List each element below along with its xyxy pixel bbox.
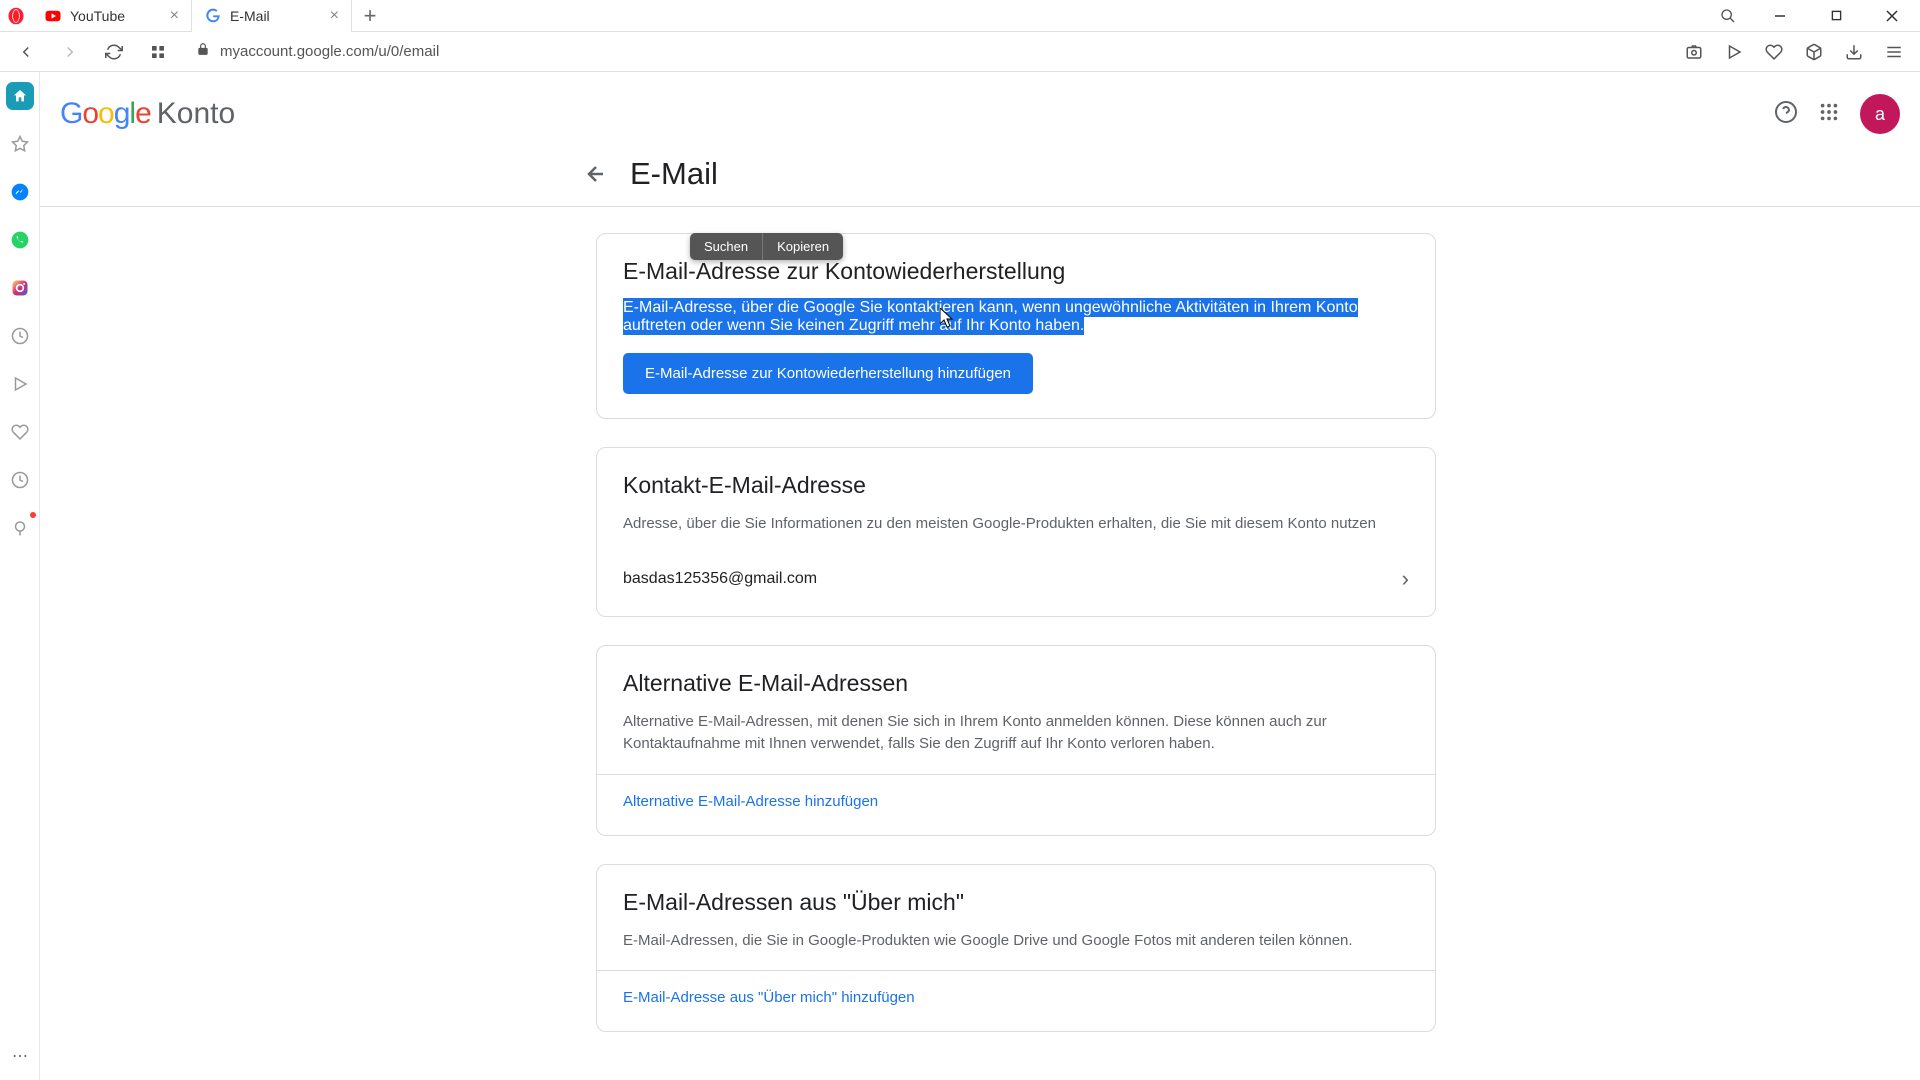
google-header: Google Konto a <box>40 72 1920 156</box>
aboutme-email-card: E-Mail-Adressen aus "Über mich" E-Mail-A… <box>596 864 1436 1033</box>
email-value: basdas125356@gmail.com <box>623 570 817 588</box>
add-aboutme-email-link[interactable]: E-Mail-Adresse aus "Über mich" hinzufüge… <box>623 989 915 1006</box>
card-description-selected: E-Mail-Adresse, über die Google Sie kont… <box>623 298 1358 335</box>
apps-icon[interactable] <box>1818 101 1840 128</box>
card-description: Adresse, über die Sie Informationen zu d… <box>623 513 1409 536</box>
popup-copy-button[interactable]: Kopieren <box>763 233 843 260</box>
play-sidebar-icon[interactable] <box>6 370 34 398</box>
contact-email-card: Kontakt-E-Mail-Adresse Adresse, über die… <box>596 447 1436 617</box>
star-icon[interactable] <box>6 130 34 158</box>
close-window-button[interactable] <box>1864 0 1920 32</box>
minimize-button[interactable] <box>1752 0 1808 32</box>
more-icon[interactable]: ⋯ <box>0 1046 40 1066</box>
card-title: E-Mail-Adresse zur Kontowiederherstellun… <box>623 258 1409 285</box>
add-recovery-email-button[interactable]: E-Mail-Adresse zur Kontowiederherstellun… <box>623 353 1033 394</box>
lock-icon[interactable] <box>196 42 210 61</box>
whatsapp-icon[interactable] <box>6 226 34 254</box>
snapshot-icon[interactable] <box>1676 34 1712 70</box>
recovery-email-card: E-Mail-Adresse zur Kontowiederherstellun… <box>596 233 1436 419</box>
contact-email-row[interactable]: basdas125356@gmail.com › <box>623 554 1409 592</box>
instagram-icon[interactable] <box>6 274 34 302</box>
new-tab-button[interactable]: + <box>352 0 388 32</box>
clock-icon[interactable] <box>6 322 34 350</box>
avatar[interactable]: a <box>1860 94 1900 134</box>
maximize-button[interactable] <box>1808 0 1864 32</box>
cube-icon[interactable] <box>1796 34 1832 70</box>
titlebar: YouTube × E-Mail × + <box>0 0 1920 32</box>
opera-logo[interactable] <box>0 0 32 32</box>
tab-email[interactable]: E-Mail × <box>192 0 352 32</box>
youtube-icon <box>44 7 62 25</box>
tab-label: YouTube <box>70 8 125 24</box>
addressbar-actions <box>1676 34 1912 70</box>
speed-dial-button[interactable] <box>140 34 176 70</box>
page-title: E-Mail <box>630 156 718 192</box>
alternative-email-card: Alternative E-Mail-Adressen Alternative … <box>596 645 1436 836</box>
play-icon[interactable] <box>1716 34 1752 70</box>
tabs-container: YouTube × E-Mail × + <box>32 0 388 32</box>
google-wordmark: Google <box>60 97 151 131</box>
side-rail: ⋯ <box>0 72 40 1080</box>
content-area: Google Konto a E-Mail E-Mail-Adresse zur… <box>40 72 1920 1080</box>
add-alternative-email-link[interactable]: Alternative E-Mail-Adresse hinzufügen <box>623 793 878 810</box>
card-title: Kontakt-E-Mail-Adresse <box>623 472 1409 499</box>
avatar-initial: a <box>1875 104 1885 125</box>
cards-container: E-Mail-Adresse zur Kontowiederherstellun… <box>596 207 1436 1080</box>
home-icon[interactable] <box>6 82 34 110</box>
google-icon <box>204 7 222 25</box>
google-logo[interactable]: Google Konto <box>60 97 235 131</box>
reload-button[interactable] <box>96 34 132 70</box>
heart-sidebar-icon[interactable] <box>6 418 34 446</box>
popup-search-button[interactable]: Suchen <box>690 233 762 260</box>
url-input[interactable]: myaccount.google.com/u/0/email <box>184 36 1668 68</box>
card-description: E-Mail-Adressen, die Sie in Google-Produ… <box>623 930 1409 953</box>
card-title: E-Mail-Adressen aus "Über mich" <box>623 889 1409 916</box>
help-icon[interactable] <box>1774 100 1798 129</box>
header-actions: a <box>1774 94 1900 134</box>
easy-setup-icon[interactable] <box>1876 34 1912 70</box>
messenger-icon[interactable] <box>6 178 34 206</box>
tab-youtube[interactable]: YouTube × <box>32 0 192 32</box>
back-button[interactable] <box>8 34 44 70</box>
url-text: myaccount.google.com/u/0/email <box>220 43 439 60</box>
flow-icon[interactable] <box>6 514 34 542</box>
history-icon[interactable] <box>6 466 34 494</box>
card-description: Alternative E-Mail-Adressen, mit denen S… <box>623 711 1409 756</box>
back-arrow-button[interactable] <box>580 158 612 190</box>
addressbar: myaccount.google.com/u/0/email <box>0 32 1920 72</box>
chevron-right-icon: › <box>1402 566 1409 592</box>
forward-button[interactable] <box>52 34 88 70</box>
heart-icon[interactable] <box>1756 34 1792 70</box>
close-icon[interactable]: × <box>330 7 339 25</box>
card-title: Alternative E-Mail-Adressen <box>623 670 1409 697</box>
konto-label: Konto <box>157 97 235 131</box>
selection-popup: Suchen Kopieren <box>690 233 843 260</box>
download-icon[interactable] <box>1836 34 1872 70</box>
page-title-row: E-Mail <box>580 156 1920 206</box>
close-icon[interactable]: × <box>170 7 179 25</box>
window-controls <box>1704 0 1920 32</box>
tab-label: E-Mail <box>230 8 270 24</box>
search-tabs-icon[interactable] <box>1704 0 1752 32</box>
